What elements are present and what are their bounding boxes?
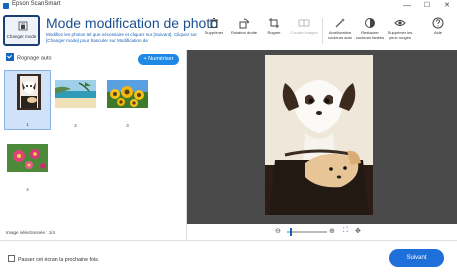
zoom-slider[interactable] (287, 231, 327, 233)
toolbar: Changer mode Mode modification de photo … (0, 12, 457, 51)
close-button[interactable]: ✕ (440, 0, 454, 11)
rotate-right-label: Rotation droite (230, 30, 257, 35)
next-button[interactable]: Suivant (389, 249, 444, 267)
trash-icon (210, 18, 218, 28)
thumbnail-number: 3 (126, 123, 129, 128)
thumbnail-number: 4 (26, 187, 29, 192)
crop-label: Rogner (267, 30, 281, 35)
rotate-right-button[interactable]: Rotation droite (229, 15, 259, 45)
magic-wand-icon (335, 18, 345, 28)
crop-auto-label: Rognage auto (17, 55, 52, 62)
stitch-icon (298, 19, 310, 27)
restore-color-icon (365, 18, 375, 28)
thumbnail-item[interactable]: 4 (4, 134, 51, 194)
change-mode-button[interactable]: Changer mode (3, 15, 40, 46)
help-button[interactable]: Aide (423, 15, 453, 45)
zoom-out-icon[interactable]: ⊖ (275, 227, 281, 235)
page-title: Mode modification de photo (46, 15, 218, 31)
restore-faded-colors-label: Restaurer couleurs fanées (355, 30, 385, 40)
zoom-in-icon[interactable]: ⊕ (329, 227, 335, 235)
checkbox-icon (8, 255, 15, 262)
app-icon (3, 3, 9, 9)
crop-button[interactable]: Rogner (259, 15, 289, 45)
zoom-slider-handle[interactable] (290, 228, 292, 236)
thumbnail-image (107, 80, 148, 108)
thumbnail-item[interactable]: 3 (104, 70, 151, 130)
delete-button[interactable]: Supprimer (199, 15, 229, 45)
change-mode-icon (18, 21, 28, 31)
toolbar-divider (322, 18, 323, 44)
maximize-button[interactable]: ☐ (420, 0, 434, 11)
crop-icon (269, 18, 279, 28)
thumbnail-image (17, 74, 41, 110)
skip-screen-label: Passer cet écran la prochaine fois. (18, 256, 100, 263)
stitch-images-label: Coudre images (290, 30, 318, 35)
eye-icon (394, 20, 406, 26)
scan-button[interactable]: + Numériser (138, 54, 179, 65)
help-label: Aide (433, 30, 442, 35)
thumbnail-panel: Rognage auto + Numériser 1 2 3 4 Image s… (0, 50, 187, 240)
expand-icon[interactable]: ✥ (355, 227, 361, 235)
rotate-right-icon (239, 18, 250, 29)
auto-color-enhance-label: Amélioration couleurs auto (327, 30, 352, 40)
change-mode-label: Changer mode (6, 34, 37, 39)
help-icon (432, 17, 444, 29)
thumbnail-number: 2 (74, 123, 77, 128)
thumbnail-image (7, 144, 48, 172)
preview-area (187, 50, 457, 224)
app-window: Epson ScanSmart — ☐ ✕ Changer mode Mode … (0, 0, 457, 277)
fit-to-window-icon[interactable]: ⛶ (343, 227, 348, 235)
thumbnail-image (55, 80, 96, 108)
stitch-images-button[interactable]: Coudre images (289, 15, 319, 45)
thumbnail-item[interactable]: 1 (4, 70, 51, 130)
thumbnail-item[interactable]: 2 (52, 70, 99, 130)
thumbnail-grid: 1 2 3 4 (0, 70, 186, 230)
window-title: Epson ScanSmart (12, 1, 61, 7)
auto-color-enhance-button[interactable]: Amélioration couleurs auto (325, 15, 355, 45)
remove-red-eye-label: Supprimer les yeux rouges (387, 30, 413, 40)
skip-screen-checkbox[interactable]: Passer cet écran la prochaine fois. (8, 255, 100, 263)
delete-label: Supprimer (204, 30, 224, 35)
remove-red-eye-button[interactable]: Supprimer les yeux rouges (385, 15, 415, 45)
bottom-bar: Passer cet écran la prochaine fois. Suiv… (0, 240, 457, 277)
restore-faded-colors-button[interactable]: Restaurer couleurs fanées (355, 15, 385, 45)
thumbnail-number: 1 (26, 122, 29, 127)
page-description: Modifiez les photos tel que nécessaire e… (46, 32, 197, 43)
preview-image (265, 55, 373, 215)
zoom-bar: ⊖ ⊕ ⛶ ✥ (187, 224, 457, 240)
title-bar: Epson ScanSmart — ☐ ✕ (0, 0, 457, 12)
crop-auto-checkbox[interactable]: Rognage auto (6, 53, 52, 62)
minimize-button[interactable]: — (400, 0, 414, 11)
checkbox-checked-icon (6, 53, 14, 61)
selected-image-count: Image sélectionnée : 1/4 (6, 230, 56, 235)
